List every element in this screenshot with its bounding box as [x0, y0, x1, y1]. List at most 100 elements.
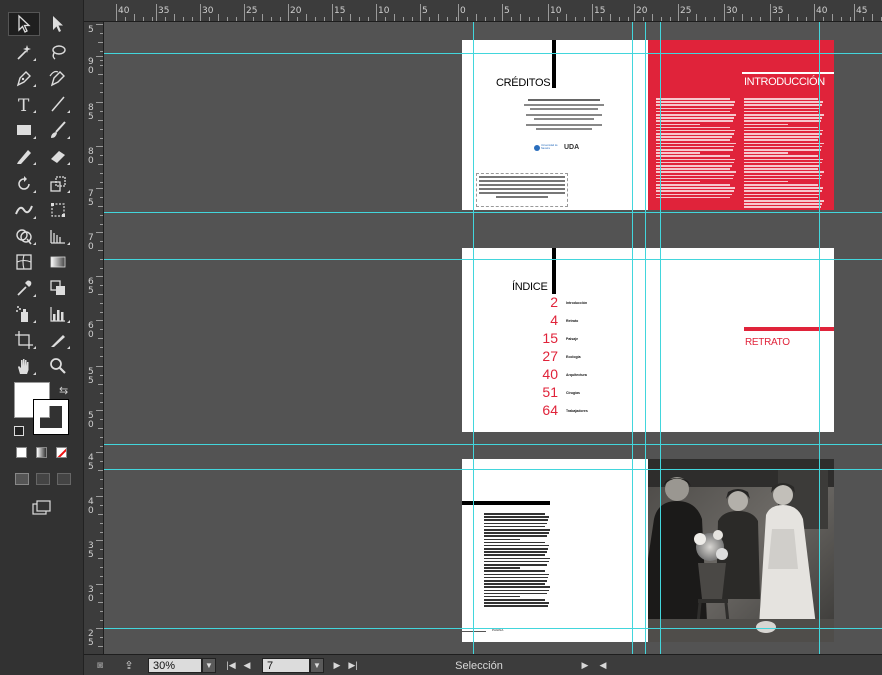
shape-builder-tool[interactable]: [8, 224, 40, 248]
first-artboard-button[interactable]: |◀: [224, 658, 238, 673]
ruler-label: 9 0: [88, 57, 94, 76]
text-line: [744, 193, 820, 196]
scale-tool[interactable]: [42, 172, 74, 196]
status-bar: ◙ ⇪ 30% ▼ |◀ ◀ 7 ▼ ▶ ▶| Selección ▶ ◀: [84, 654, 882, 675]
artboard-text-page[interactable]: PÁGINA: [462, 459, 648, 642]
text-line: [744, 101, 824, 103]
guide-horizontal[interactable]: [104, 53, 882, 54]
magic-wand-tool[interactable]: [8, 40, 40, 64]
blend-tool[interactable]: [42, 276, 74, 300]
artboard-dropdown[interactable]: ▼: [310, 658, 324, 673]
guide-vertical[interactable]: [645, 22, 646, 654]
stroke-swatch[interactable]: [33, 399, 69, 435]
mesh-tool[interactable]: [8, 250, 40, 274]
guide-horizontal[interactable]: [104, 212, 882, 213]
artboard-retrato[interactable]: RETRATO: [648, 248, 834, 432]
guide-horizontal[interactable]: [104, 469, 882, 470]
text-line: [656, 177, 733, 180]
line-segment-tool[interactable]: [42, 92, 74, 116]
text-line: [744, 174, 823, 177]
artboard-tool[interactable]: [8, 328, 40, 352]
draw-behind-button[interactable]: [36, 473, 50, 485]
eyedropper-tool[interactable]: [8, 276, 40, 300]
column-graph-tool[interactable]: [42, 302, 74, 326]
guide-horizontal[interactable]: [104, 628, 882, 629]
width-tool[interactable]: [8, 198, 40, 222]
perspective-grid-tool[interactable]: [42, 224, 74, 248]
curvature-pen-tool[interactable]: [42, 66, 74, 90]
artboard-number-field[interactable]: 7: [262, 658, 310, 673]
canvas[interactable]: CRÉDITOS Universidad de Navarra UDA INTR…: [104, 22, 882, 654]
type-tool[interactable]: T: [8, 92, 40, 116]
paintbrush-tool[interactable]: [42, 118, 74, 142]
guide-horizontal[interactable]: [104, 259, 882, 260]
ruler-label: 0: [460, 6, 466, 16]
default-fill-stroke-icon[interactable]: [14, 426, 24, 436]
text-line: [656, 98, 730, 100]
draw-inside-button[interactable]: [57, 473, 71, 485]
text-line: [656, 158, 736, 161]
hand-tool[interactable]: [8, 354, 40, 378]
ruler-label: 35: [158, 6, 170, 16]
none-mode-button[interactable]: [56, 447, 67, 458]
artboard-creditos[interactable]: CRÉDITOS Universidad de Navarra UDA: [462, 40, 648, 210]
previous-artboard-button[interactable]: ◀: [240, 658, 254, 673]
pencil-tool[interactable]: [8, 144, 40, 168]
ruler-label: 4 0: [88, 497, 94, 516]
rectangle-tool[interactable]: [8, 118, 40, 142]
gradient-mode-button[interactable]: [36, 447, 47, 458]
lasso-tool[interactable]: [42, 40, 74, 64]
share-icon[interactable]: ⇪: [120, 658, 138, 673]
pen-tool-icon: [16, 71, 31, 87]
text-page-bar: [462, 501, 550, 505]
text-line: [744, 177, 821, 180]
guide-vertical[interactable]: [819, 22, 820, 654]
index-section-label: Arquitectura: [566, 373, 587, 377]
zoom-dropdown[interactable]: ▼: [202, 658, 216, 673]
ruler-label: 15: [594, 6, 606, 16]
hand-tool-icon: [18, 359, 29, 374]
guide-vertical[interactable]: [632, 22, 633, 654]
zoom-field[interactable]: 30%: [148, 658, 202, 673]
slice-tool[interactable]: [42, 328, 74, 352]
text-line: [744, 187, 824, 189]
artboard-indice[interactable]: ÍNDICE 2 Introducción 4 Retrato 15 Paisaje 27 E…: [462, 248, 648, 432]
rotate-tool[interactable]: [8, 172, 40, 196]
swap-fill-stroke-icon[interactable]: ⇆: [59, 384, 68, 397]
zoom-tool[interactable]: [42, 354, 74, 378]
text-line: [484, 513, 545, 515]
camera-icon[interactable]: ◙: [90, 658, 110, 673]
guide-vertical[interactable]: [660, 22, 661, 654]
ruler-label: 20: [290, 6, 302, 16]
selection-tool[interactable]: [8, 12, 40, 36]
text-line: [744, 145, 823, 148]
body-text-block: [484, 513, 550, 609]
free-transform-tool[interactable]: [42, 198, 74, 222]
status-menu-button[interactable]: ▶: [578, 658, 592, 673]
text-line: [484, 573, 550, 576]
text-line: [744, 98, 818, 100]
pen-tool[interactable]: [8, 66, 40, 90]
eraser-tool[interactable]: [42, 144, 74, 168]
gradient-tool[interactable]: [42, 250, 74, 274]
index-section-label: Introducción: [566, 301, 588, 305]
next-artboard-button[interactable]: ▶: [330, 658, 344, 673]
credits-text-block: [522, 99, 606, 130]
draw-normal-button[interactable]: [15, 473, 29, 485]
text-line: [656, 126, 730, 129]
artboard-introduccion[interactable]: INTRODUCCIÓN: [648, 40, 834, 210]
ruler-label: 40: [118, 6, 130, 16]
retrato-bar: [744, 327, 834, 331]
text-line: [656, 139, 731, 142]
artboard-photo[interactable]: [648, 459, 834, 642]
guide-vertical[interactable]: [473, 22, 474, 654]
color-mode-button[interactable]: [16, 447, 27, 458]
text-line: [484, 599, 545, 601]
screen-mode-button[interactable]: [32, 500, 52, 516]
status-scroll-left[interactable]: ◀: [596, 658, 610, 673]
text-line: [484, 528, 550, 531]
symbol-sprayer-tool[interactable]: [8, 302, 40, 326]
direct-selection-tool[interactable]: [42, 12, 74, 36]
guide-horizontal[interactable]: [104, 444, 882, 445]
last-artboard-button[interactable]: ▶|: [346, 658, 360, 673]
